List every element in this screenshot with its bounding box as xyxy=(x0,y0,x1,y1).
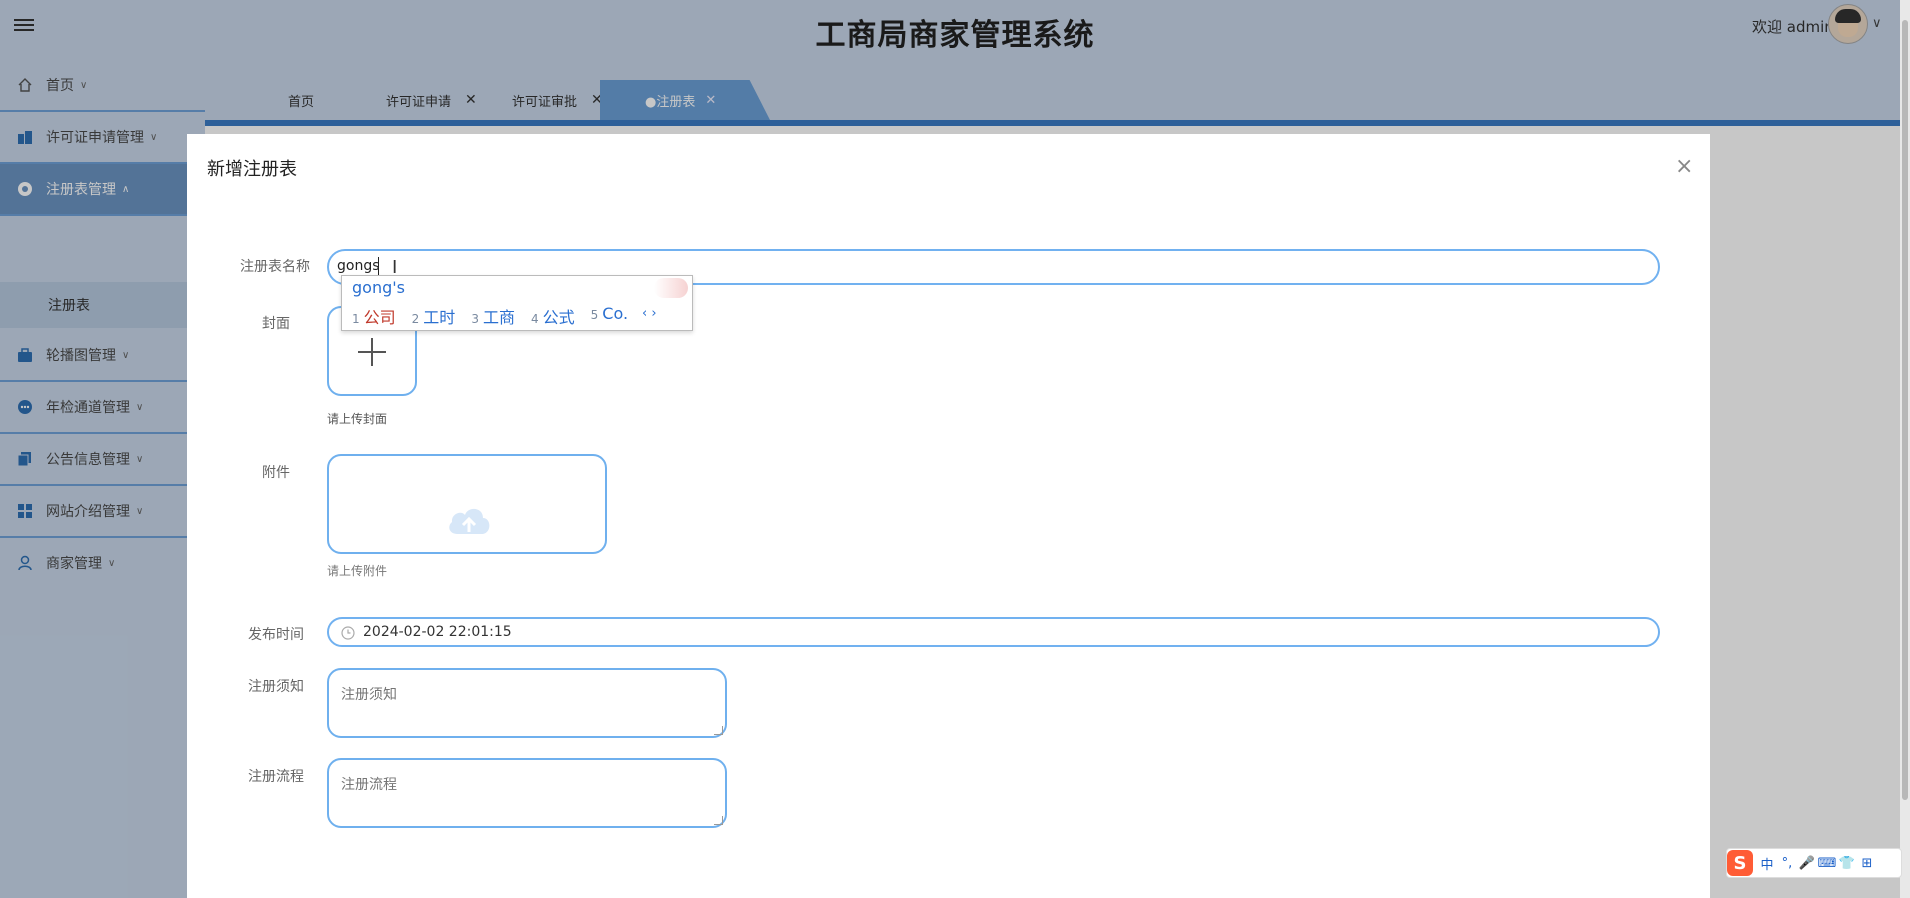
ime-page-arrows[interactable]: ‹ › xyxy=(642,306,657,321)
sogou-logo-icon[interactable]: S xyxy=(1727,850,1753,876)
process-label: 注册流程 xyxy=(248,769,304,785)
ime-candidate-window: gong's 1 公司 2 工时 3 工商 4 公式 5 Co. ‹ › xyxy=(341,275,693,331)
ime-candidate[interactable]: 2 工时 xyxy=(412,304,456,328)
cover-label: 封面 xyxy=(262,316,290,332)
cloud-upload-icon xyxy=(449,508,490,534)
ime-candidate[interactable]: 1 公司 xyxy=(352,304,396,328)
name-label: 注册表名称 xyxy=(240,259,310,275)
resize-handle[interactable] xyxy=(714,726,723,735)
modal-title: 新增注册表 xyxy=(207,159,297,180)
toolbox-icon[interactable]: ⊞ xyxy=(1857,856,1877,871)
keyboard-icon[interactable]: ⌨ xyxy=(1817,856,1837,871)
notice-textarea[interactable] xyxy=(327,668,727,738)
cover-hint: 请上传封面 xyxy=(327,412,388,426)
ime-candidate[interactable]: 3 工商 xyxy=(471,304,515,328)
ime-candidate[interactable]: 5 Co. xyxy=(591,304,628,328)
publish-time-value: 2024-02-02 22:01:15 xyxy=(363,624,512,640)
ime-decoration xyxy=(654,278,688,298)
text-caret xyxy=(378,257,379,275)
process-textarea[interactable] xyxy=(327,758,727,828)
scrollbar-thumb[interactable] xyxy=(1902,20,1908,800)
ime-composition: gong's xyxy=(352,278,405,297)
attachment-hint: 请上传附件 xyxy=(327,564,388,578)
ime-candidate[interactable]: 4 公式 xyxy=(531,304,575,328)
close-icon[interactable]: × xyxy=(1675,154,1693,179)
publish-time-label: 发布时间 xyxy=(248,627,304,643)
punctuation-toggle[interactable]: °, xyxy=(1777,856,1797,871)
skin-icon[interactable]: 👕 xyxy=(1837,856,1857,871)
microphone-icon[interactable]: 🎤 xyxy=(1797,856,1817,871)
resize-handle[interactable] xyxy=(714,816,723,825)
name-input-value: gongs xyxy=(337,258,380,274)
ime-toolbar: S 中 °, 🎤 ⌨ 👕 ⊞ xyxy=(1726,848,1902,878)
attachment-upload-area[interactable] xyxy=(327,454,607,554)
notice-label: 注册须知 xyxy=(248,679,304,695)
attachment-label: 附件 xyxy=(262,465,290,481)
clock-icon xyxy=(341,626,355,640)
publish-time-picker[interactable]: 2024-02-02 22:01:15 xyxy=(327,617,1660,647)
plus-icon xyxy=(371,338,373,366)
language-toggle[interactable]: 中 xyxy=(1757,854,1777,873)
ime-candidate-list: 1 公司 2 工时 3 工商 4 公式 5 Co. xyxy=(352,304,644,328)
